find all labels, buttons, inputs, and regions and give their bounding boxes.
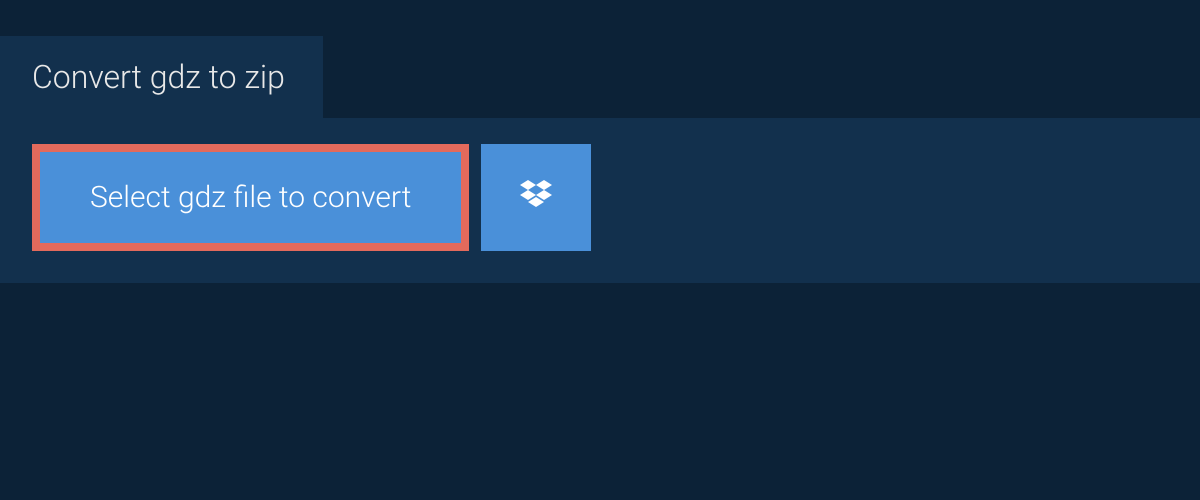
select-file-button-label: Select gdz file to convert — [90, 180, 411, 215]
dropbox-icon — [516, 176, 556, 220]
header-tab: Convert gdz to zip — [0, 36, 323, 118]
select-file-button[interactable]: Select gdz file to convert — [32, 144, 469, 251]
dropbox-button[interactable] — [481, 144, 591, 251]
page-title: Convert gdz to zip — [32, 58, 285, 96]
convert-panel: Select gdz file to convert — [0, 118, 1200, 283]
